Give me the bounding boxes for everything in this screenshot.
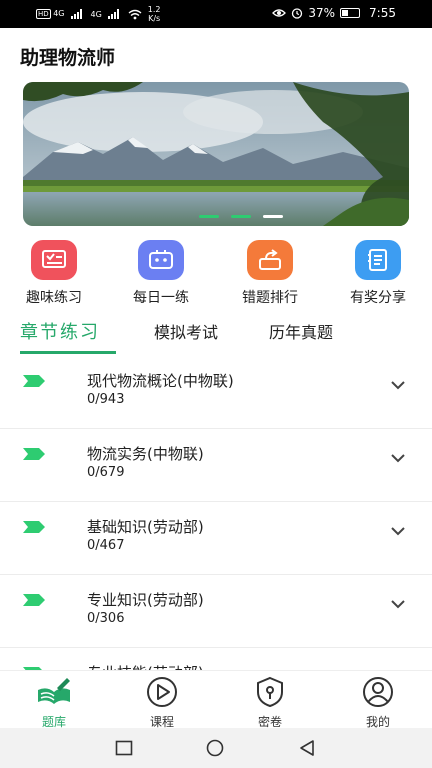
- network-type-1: 4G: [53, 9, 65, 18]
- chapter-name: 物流实务(中物联): [87, 445, 204, 463]
- alarm-icon: [292, 8, 303, 19]
- status-right: 37% 7:55: [272, 6, 396, 20]
- chapter-progress: 0/679: [87, 465, 125, 480]
- nav-item-question-bank[interactable]: 题库: [14, 676, 94, 730]
- tab-chapter-practice[interactable]: 章节练习: [20, 318, 100, 344]
- chapter-row[interactable]: 现代物流概论(中物联) 0/943: [0, 356, 432, 429]
- chapter-progress: 0/943: [87, 392, 125, 407]
- carousel-indicators: [199, 215, 283, 218]
- carousel-dot-active[interactable]: [263, 215, 283, 218]
- tab-active-indicator: [20, 351, 116, 354]
- home-icon[interactable]: [205, 739, 225, 757]
- tab-mock-exam[interactable]: 模拟考试: [154, 319, 218, 343]
- quick-menu-label: 趣味练习: [26, 290, 82, 306]
- network-speed: 1.2 K/s: [148, 5, 161, 23]
- quick-menu-label: 错题排行: [242, 290, 298, 306]
- quick-menu-item-quiz[interactable]: 趣味练习: [4, 240, 104, 307]
- chevron-down-icon[interactable]: [390, 599, 406, 609]
- wifi-icon: [128, 9, 142, 19]
- chapter-name: 专业技能(劳动部): [87, 662, 204, 670]
- chapter-list: 现代物流概论(中物联) 0/943 物流实务(中物联) 0/679 基础知识(劳…: [0, 356, 432, 670]
- daily-icon: [138, 240, 184, 280]
- recents-icon[interactable]: [115, 740, 133, 756]
- chapter-progress: 0/467: [87, 538, 125, 553]
- chapter-flag-icon: [23, 448, 45, 460]
- carousel-dot[interactable]: [199, 215, 219, 218]
- question-bank-icon: [38, 678, 70, 704]
- banner-carousel[interactable]: [23, 82, 409, 226]
- ranking-icon: [247, 240, 293, 280]
- quick-menu-label: 有奖分享: [350, 290, 406, 306]
- chapter-row[interactable]: 物流实务(中物联) 0/679: [0, 429, 432, 502]
- battery-percent: 37%: [308, 6, 336, 20]
- clock: 7:55: [369, 6, 396, 20]
- tab-bar: 章节练习 模拟考试 历年真题: [0, 316, 432, 356]
- back-icon[interactable]: [298, 739, 316, 757]
- chapter-row[interactable]: 专业知识(劳动部) 0/306: [0, 575, 432, 648]
- chapter-row[interactable]: 专业技能(劳动部): [0, 648, 432, 670]
- chevron-down-icon[interactable]: [390, 453, 406, 463]
- system-navigation-bar: [0, 728, 432, 768]
- quick-menu-item-share[interactable]: 有奖分享: [328, 240, 428, 307]
- chapter-name: 专业知识(劳动部): [87, 591, 204, 609]
- nav-item-profile[interactable]: 我的: [338, 676, 418, 730]
- quiz-icon: [31, 240, 77, 280]
- network-type-2: 4G: [90, 9, 102, 19]
- banner-landscape-image: [23, 82, 409, 226]
- signal-bars-icon-2: [107, 9, 122, 19]
- lock-shield-icon: [257, 676, 283, 708]
- chapter-flag-icon: [23, 594, 45, 606]
- quick-menu-label: 每日一练: [133, 290, 189, 306]
- chapter-flag-icon: [23, 521, 45, 533]
- page-title: 助理物流师: [20, 47, 116, 69]
- carousel-dot[interactable]: [231, 215, 251, 218]
- speed-value: 1.2: [147, 5, 161, 14]
- chapter-flag-icon: [23, 375, 45, 387]
- chapter-name: 现代物流概论(中物联): [87, 372, 234, 390]
- eye-icon: [272, 9, 287, 17]
- chevron-down-icon[interactable]: [390, 380, 406, 390]
- hd-badge: HD: [36, 9, 51, 19]
- tab-past-papers[interactable]: 历年真题: [269, 319, 333, 343]
- status-bar: HD 4G 4G 1.2 K/s 37% 7:55: [0, 0, 432, 28]
- chapter-row[interactable]: 基础知识(劳动部) 0/467: [0, 502, 432, 575]
- chapter-name: 基础知识(劳动部): [87, 518, 204, 536]
- signal-bars-icon: [70, 9, 85, 19]
- battery-icon: [340, 8, 361, 18]
- status-left: HD 4G 4G 1.2 K/s: [36, 5, 161, 23]
- bottom-nav: 题库 课程 密卷 我的: [0, 670, 432, 730]
- speed-unit: K/s: [148, 14, 161, 23]
- nav-item-courses[interactable]: 课程: [122, 676, 202, 730]
- play-icon: [147, 677, 177, 707]
- chevron-down-icon[interactable]: [390, 526, 406, 536]
- nav-item-secret-papers[interactable]: 密卷: [230, 676, 310, 730]
- signal-group-1: HD 4G: [36, 9, 65, 19]
- user-icon: [363, 677, 393, 707]
- quick-menu-item-daily[interactable]: 每日一练: [111, 240, 211, 307]
- share-icon: [355, 240, 401, 280]
- quick-menu-item-ranking[interactable]: 错题排行: [220, 240, 320, 307]
- chapter-progress: 0/306: [87, 611, 125, 626]
